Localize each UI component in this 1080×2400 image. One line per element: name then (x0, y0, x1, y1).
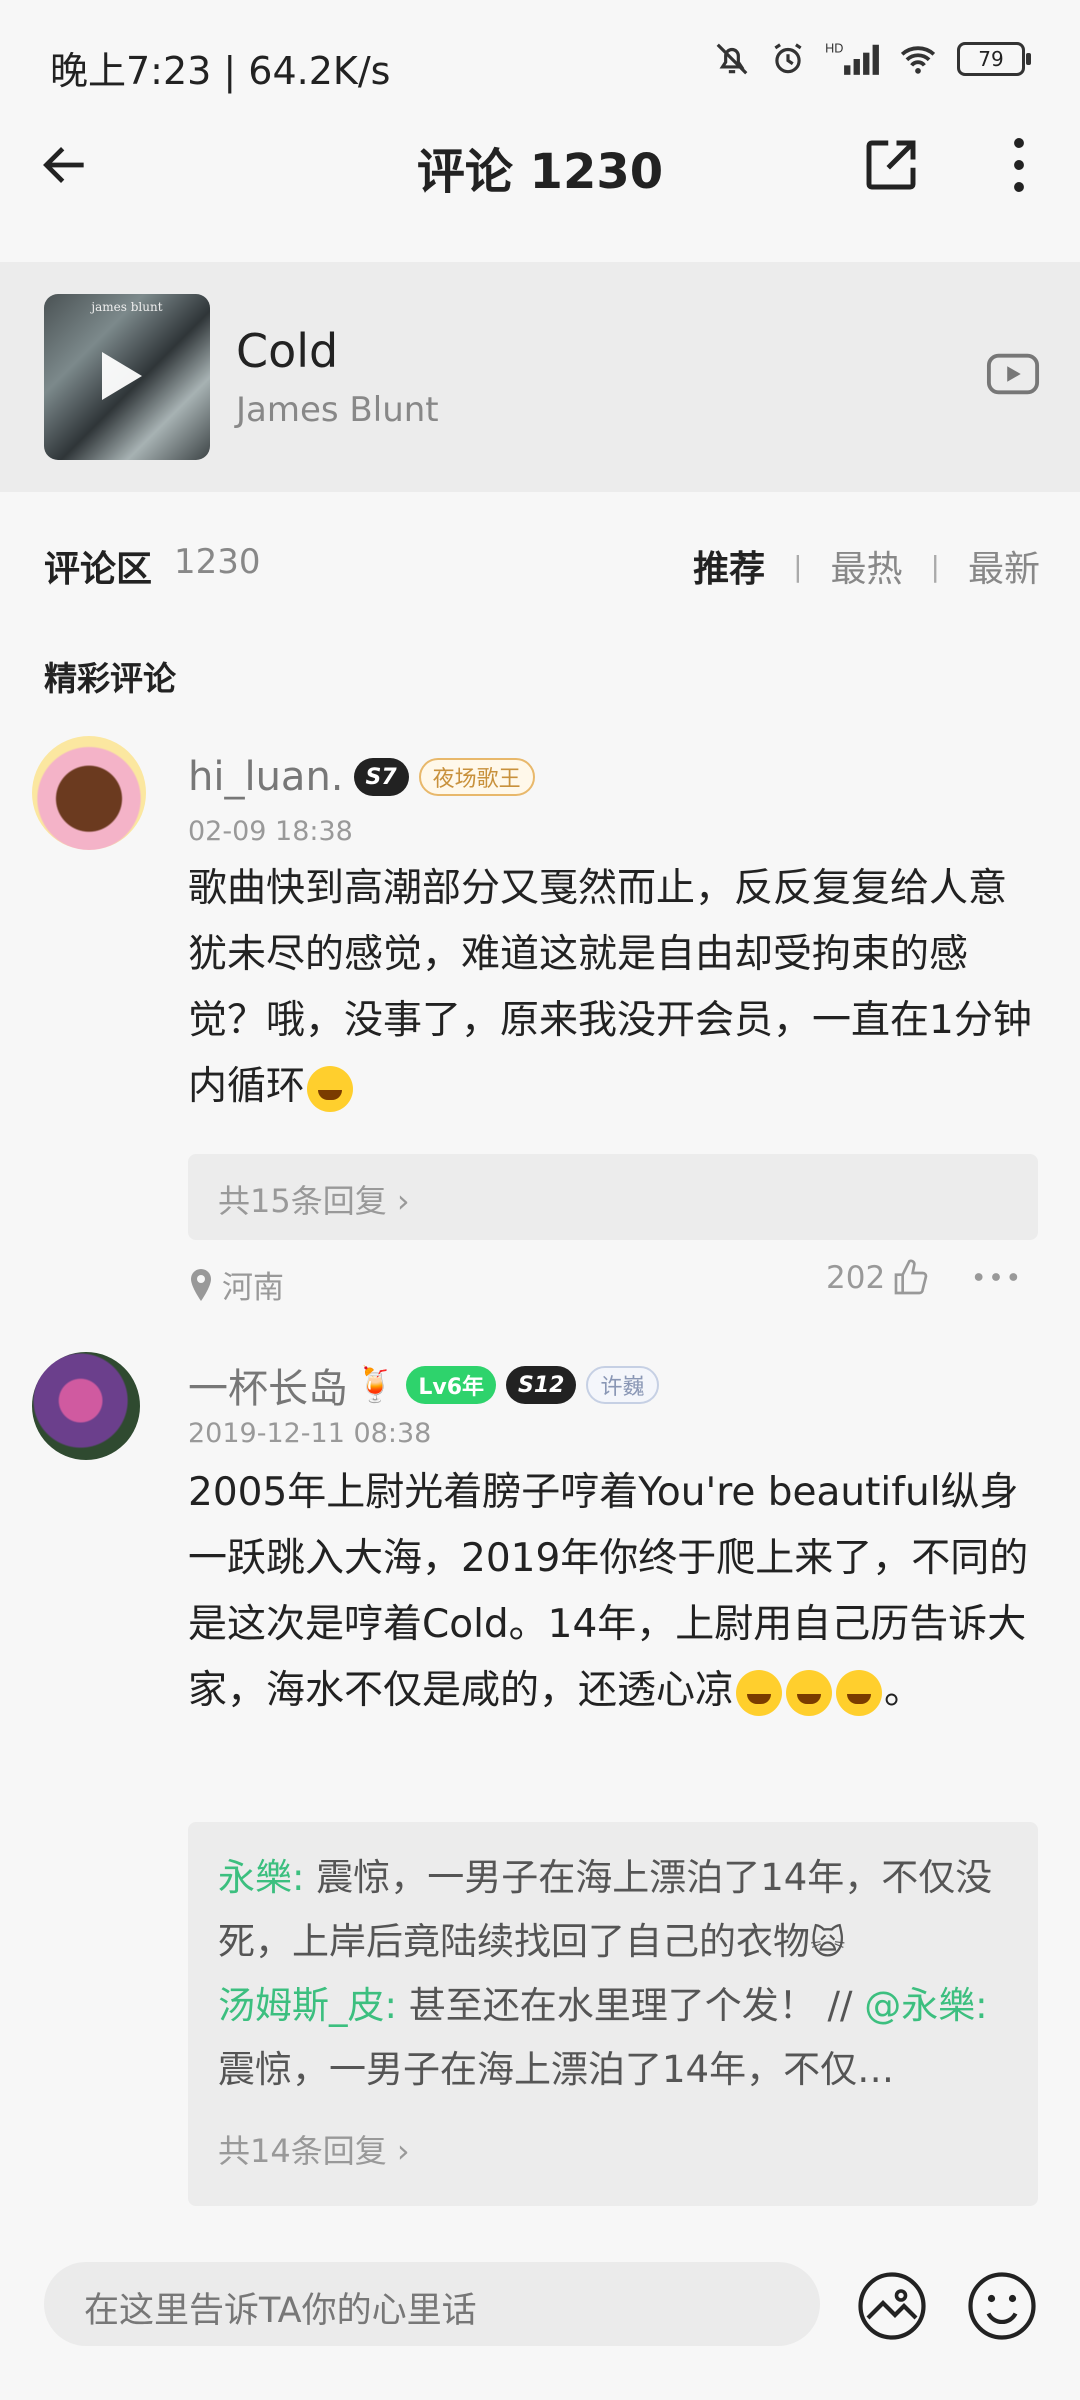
more-replies-label: 共15条回复 › (218, 1182, 410, 1220)
image-icon (858, 2272, 926, 2340)
battery-icon: 79 (957, 42, 1031, 76)
reply-username[interactable]: 汤姆斯_皮: (218, 1984, 397, 2027)
like-button[interactable]: 202 (826, 1258, 931, 1298)
laughing-emoji-icon (836, 1669, 883, 1716)
album-cover[interactable]: james blunt (44, 294, 210, 460)
share-icon (866, 140, 916, 190)
comment-body-end: 。 (884, 1668, 924, 1713)
song-title: Cold (236, 324, 339, 378)
featured-comments-label: 精彩评论 (44, 659, 176, 698)
comment-header: 一杯长岛 🍹 Lv6年 S12 许巍 (188, 1356, 659, 1414)
sort-divider: | (793, 549, 803, 583)
reply-mention[interactable]: @永樂: (864, 1984, 987, 2027)
comment-time: 2019-12-11 08:38 (188, 1418, 432, 1449)
thumbs-up-icon (894, 1259, 928, 1295)
like-count: 202 (826, 1260, 886, 1296)
cocktail-icon: 🍹 (354, 1365, 397, 1405)
more-replies-label[interactable]: 共14条回复 › (218, 2126, 410, 2172)
signal-icon: HD (825, 42, 879, 75)
reply-quoted-text: 震惊，一男子在海上漂泊了14年，不仅… (218, 2048, 895, 2091)
alarm-icon (774, 43, 802, 74)
cover-text: james blunt (91, 300, 163, 314)
comment-text: 歌曲快到高潮部分又戛然而止，反反复复给人意犹未尽的感觉，难道这就是自由却受拘束的… (188, 856, 1038, 1120)
reply-text: 甚至还在水里理了个发！ // (396, 1984, 865, 2027)
emoji-button[interactable] (966, 2270, 1038, 2342)
more-vertical-icon (1014, 138, 1024, 192)
sort-tabs: 推荐 | 最热 | 最新 (693, 540, 1040, 592)
status-time: 晚上7:23 | 64.2K/s (50, 49, 391, 93)
reply-username[interactable]: 永樂: (218, 1856, 304, 1899)
mv-button[interactable] (986, 352, 1040, 396)
share-button[interactable] (858, 132, 924, 198)
sort-tab-hottest[interactable]: 最热 (831, 540, 903, 592)
level-badge: S12 (506, 1366, 577, 1404)
comment-time: 02-09 18:38 (188, 816, 353, 847)
vip-badge: Lv6年 (406, 1366, 497, 1404)
avatar[interactable] (32, 736, 146, 850)
video-icon (986, 353, 1040, 395)
comment-username[interactable]: 一杯长岛 (188, 1356, 348, 1414)
song-artist: James Blunt (236, 390, 439, 430)
reply-text: 震惊，一男子在海上漂泊了14年，不仅没死，上岸后竟陆续找回了自己的衣物 (218, 1856, 993, 1963)
reply-item: 汤姆斯_皮: 甚至还在水里理了个发！ // @永樂: 震惊，一男子在海上漂泊了1… (218, 1974, 1008, 2102)
comment-more-button[interactable] (970, 1262, 1022, 1296)
laughing-emoji-icon (786, 1669, 833, 1716)
comment-location: 河南 (188, 1262, 284, 1307)
comments-count: 1230 (174, 542, 261, 582)
image-button[interactable] (856, 2270, 928, 2342)
sort-tab-recommended[interactable]: 推荐 (693, 540, 765, 592)
sort-divider: | (930, 549, 940, 583)
sweat-smile-emoji-icon (307, 1065, 354, 1112)
comment-input[interactable]: 在这里告诉TA你的心里话 (44, 2262, 820, 2346)
avatar[interactable] (32, 1352, 140, 1460)
astonished-cat-emoji-icon: 🙀 (810, 1923, 846, 1963)
wifi-icon (900, 46, 936, 74)
location-pin-icon (191, 1268, 211, 1301)
reply-preview-box[interactable]: 永樂: 震惊，一男子在海上漂泊了14年，不仅没死，上岸后竟陆续找回了自己的衣物🙀… (188, 1822, 1038, 2206)
reply-item: 永樂: 震惊，一男子在海上漂泊了14年，不仅没死，上岸后竟陆续找回了自己的衣物🙀 (218, 1846, 1008, 1975)
status-icons: HD 79 (713, 40, 1031, 78)
status-bar: 晚上7:23 | 64.2K/s HD 79 (0, 0, 1080, 120)
replies-link[interactable]: 共15条回复 › (188, 1154, 1038, 1240)
laughing-emoji-icon (736, 1669, 783, 1716)
play-icon (102, 352, 142, 400)
level-badge: S7 (353, 758, 409, 796)
comment-input-placeholder: 在这里告诉TA你的心里话 (84, 2291, 477, 2331)
location-label: 河南 (222, 1270, 284, 1306)
more-button[interactable] (986, 132, 1052, 198)
comments-area-label: 评论区 (44, 549, 153, 590)
comment-text: 2005年上尉光着膀子哼着You're beautiful纵身一跃跳入大海，20… (188, 1460, 1038, 1724)
artist-fan-badge: 许巍 (586, 1366, 659, 1404)
comment-username[interactable]: hi_luan. (188, 754, 344, 800)
title-badge: 夜场歌王 (418, 758, 535, 796)
mute-bell-icon (716, 43, 748, 75)
sort-tab-newest[interactable]: 最新 (968, 540, 1040, 592)
comment-header: hi_luan. S7 夜场歌王 (188, 754, 535, 800)
more-horizontal-icon (974, 1273, 1018, 1281)
emoji-icon (968, 2272, 1036, 2340)
svg-text:HD: HD (825, 42, 843, 56)
